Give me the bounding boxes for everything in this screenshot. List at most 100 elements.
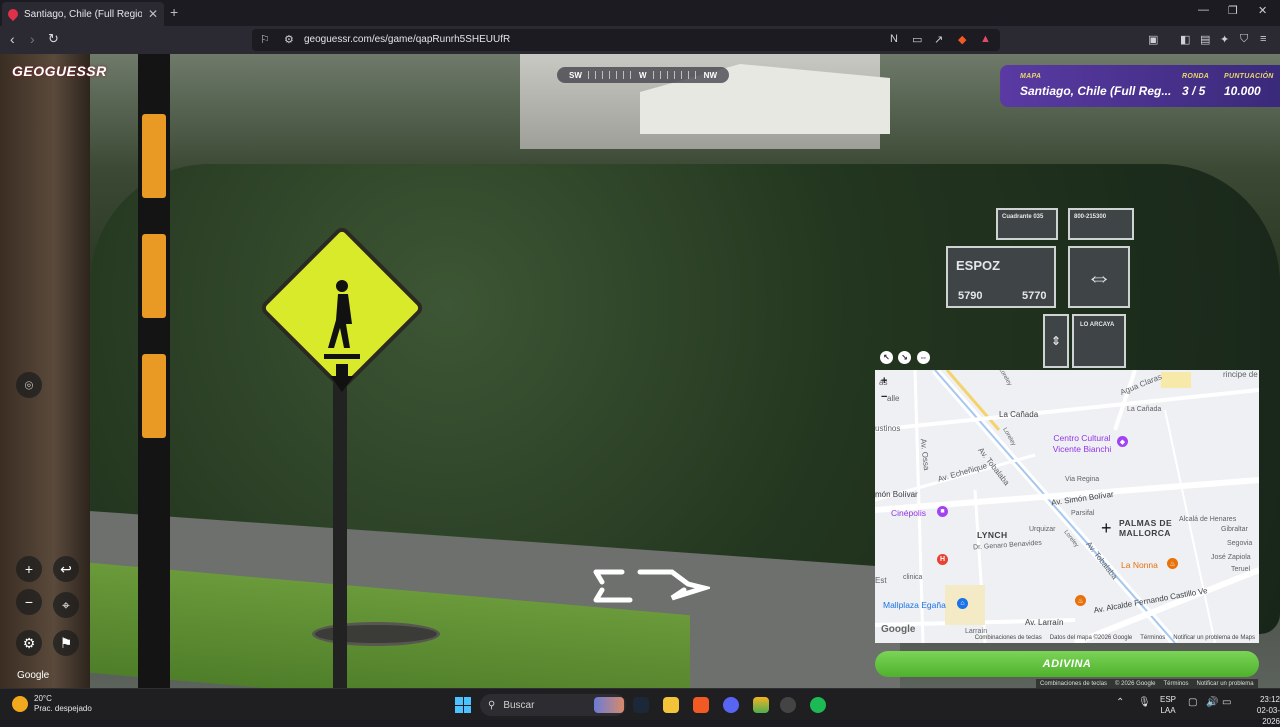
round-info: RONDA 3 / 5 — [1182, 73, 1209, 98]
search-highlight-icon[interactable] — [594, 697, 624, 713]
cast-icon[interactable]: ▭ — [912, 33, 922, 46]
language-indicator[interactable]: ESP LAA — [1160, 694, 1176, 716]
phone-sign: 800-215300 — [1068, 208, 1134, 240]
culture-pin-icon[interactable]: ◆ — [1117, 436, 1128, 447]
search-label: Buscar — [503, 699, 535, 711]
sidebar-toggle-icon[interactable]: ▣ — [1148, 33, 1158, 46]
menu-icon[interactable]: ≡ — [1260, 33, 1266, 45]
hospital-pin-icon[interactable]: H — [937, 554, 948, 565]
map-label-teruel: Teruel — [1231, 566, 1251, 573]
zoom-out-button[interactable]: − — [16, 589, 42, 615]
la-nonna-label[interactable]: La Nonna — [1121, 560, 1158, 570]
map-zoom-in-button[interactable]: + — [881, 375, 887, 387]
reload-icon[interactable]: ↻ — [48, 31, 59, 47]
map-shortcuts-link[interactable]: Combinaciones de teclas — [975, 635, 1042, 641]
windows-start-icon[interactable] — [455, 697, 471, 713]
mallplaza-label[interactable]: Mallplaza Egaña — [883, 600, 946, 610]
minimize-button[interactable]: — — [1198, 4, 1209, 16]
shopping-pin-icon[interactable]: ⌂ — [957, 598, 968, 609]
clock[interactable]: 23:12 02-03-2026 — [1240, 694, 1280, 727]
settings-icon[interactable]: ⚙ — [16, 630, 42, 656]
new-tab-button[interactable]: + — [170, 4, 178, 20]
discord-icon[interactable] — [723, 697, 739, 713]
leo-ai-icon[interactable]: ✦ — [1220, 33, 1229, 46]
guess-map[interactable]: as alle ustinos rincipe de G La Cañada L… — [875, 370, 1259, 643]
bookmark-icon[interactable]: ⚐ — [260, 33, 270, 46]
date: 02-03-2026 — [1256, 706, 1280, 726]
steam-icon[interactable] — [633, 697, 649, 713]
location-pin-icon[interactable]: ⌾ — [16, 372, 42, 398]
file-explorer-icon[interactable] — [663, 697, 679, 713]
app-2-icon[interactable] — [780, 697, 796, 713]
return-to-start-icon[interactable]: ⌖ — [53, 592, 79, 618]
report-link[interactable]: Notificar un problema — [1197, 681, 1254, 687]
brave-shield-icon[interactable]: ◆ — [958, 33, 966, 46]
url-text[interactable]: geoguessr.com/es/game/qapRunrh5SHEUUfR — [304, 34, 510, 45]
vpn-icon[interactable]: ⛉ — [1240, 33, 1248, 46]
brave-rewards-icon[interactable]: ▲ — [980, 33, 991, 45]
two-way-sign-small: ⇕ — [1043, 314, 1069, 368]
no-translate-icon[interactable]: N — [890, 33, 898, 45]
terms-link[interactable]: Términos — [1164, 681, 1189, 687]
map-label-av-larrain: Av. Larraín — [1025, 618, 1064, 627]
undo-button[interactable]: ↩ — [53, 556, 79, 582]
weather-temp: 20°C — [34, 694, 52, 703]
map-label-la-canada-2: La Cañada — [1127, 406, 1162, 413]
network-icon[interactable]: ▢ — [1188, 697, 1197, 708]
map-pin-icon[interactable]: ⇔ — [917, 351, 930, 364]
tray-chevron-icon[interactable]: ⌃ — [1116, 697, 1124, 708]
compass-center: W — [639, 70, 647, 80]
address-bar[interactable]: ⚐ ⚙ geoguessr.com/es/game/qapRunrh5SHEUU… — [252, 29, 1000, 51]
game-status-panel: MAPA Santiago, Chile (Full Reg... RONDA … — [1000, 65, 1280, 107]
map-label-clinica: clinica — [903, 574, 923, 581]
volume-icon[interactable]: 🔊 — [1206, 697, 1218, 708]
map-label-alcala: Alcalá de Henares — [1179, 516, 1237, 523]
geoguessr-favicon-icon — [5, 6, 21, 22]
map-report-link[interactable]: Notificar un problema de Maps — [1173, 635, 1255, 641]
pedestrian-icon — [324, 280, 360, 392]
map-label-principe: rincipe de G — [1223, 370, 1259, 379]
reader-icon[interactable]: ◧ — [1180, 33, 1190, 46]
battery-icon[interactable]: ▭ — [1222, 697, 1231, 708]
shortcuts-link[interactable]: Combinaciones de teclas — [1040, 681, 1107, 687]
flag-icon[interactable]: ⚑ — [53, 630, 79, 656]
crosshair-icon: + — [1101, 518, 1112, 538]
zoom-in-button[interactable]: + — [16, 556, 42, 582]
guess-button[interactable]: ADIVINA — [875, 651, 1259, 677]
map-expand-icon[interactable]: ↖ — [880, 351, 893, 364]
restaurant-pin-2-icon[interactable]: ♨ — [1075, 595, 1086, 606]
geoguessr-logo[interactable]: GEOGUESSR — [12, 63, 107, 79]
spotify-icon[interactable] — [810, 697, 826, 713]
restaurant-pin-icon[interactable]: ♨ — [1167, 558, 1178, 569]
score-value: 10.000 — [1224, 84, 1261, 98]
cinema-pin-icon[interactable]: ■ — [937, 506, 948, 517]
pole-light-2 — [142, 234, 166, 318]
site-info-icon[interactable]: ⚙ — [284, 33, 294, 46]
map-info: MAPA Santiago, Chile (Full Reg... — [1020, 73, 1171, 98]
close-window-button[interactable]: ✕ — [1258, 4, 1267, 17]
search-icon: ⚲ — [488, 699, 496, 711]
tab-close-icon[interactable]: ✕ — [148, 7, 158, 21]
cinepolis-label[interactable]: Cinépolis — [891, 508, 926, 518]
weather-widget[interactable]: 20°C Prac. despejado — [12, 694, 92, 714]
compass-left: SW — [569, 70, 582, 80]
back-icon[interactable]: ‹ — [10, 31, 15, 47]
move-arrow-icon[interactable] — [592, 566, 710, 606]
share-icon[interactable]: ↗ — [934, 33, 943, 46]
side-street-name: LO ARCAYA — [1080, 322, 1115, 328]
compass-ticks — [587, 71, 633, 79]
map-zoom-out-button[interactable]: − — [881, 391, 887, 403]
wallet-icon[interactable]: ▤ — [1200, 33, 1210, 46]
brave-browser-icon[interactable] — [693, 697, 709, 713]
pole-light-1 — [142, 114, 166, 198]
score-label: PUNTUACIÓN — [1224, 73, 1274, 80]
map-terms-link[interactable]: Términos — [1140, 635, 1165, 641]
forward-icon[interactable]: › — [30, 31, 35, 47]
maximize-button[interactable]: ❐ — [1228, 4, 1238, 17]
map-label-jose-zapiola: José Zapiola — [1211, 554, 1251, 561]
browser-tab[interactable]: Santiago, Chile (Full Region Met… ✕ — [2, 2, 164, 26]
map-shrink-icon[interactable]: ↘ — [898, 351, 911, 364]
app-icon[interactable] — [753, 697, 769, 713]
centro-cultural-label[interactable]: Centro Cultural Vicente Bianchi — [1047, 433, 1117, 455]
microphone-icon[interactable]: 🎙 — [1138, 697, 1151, 708]
